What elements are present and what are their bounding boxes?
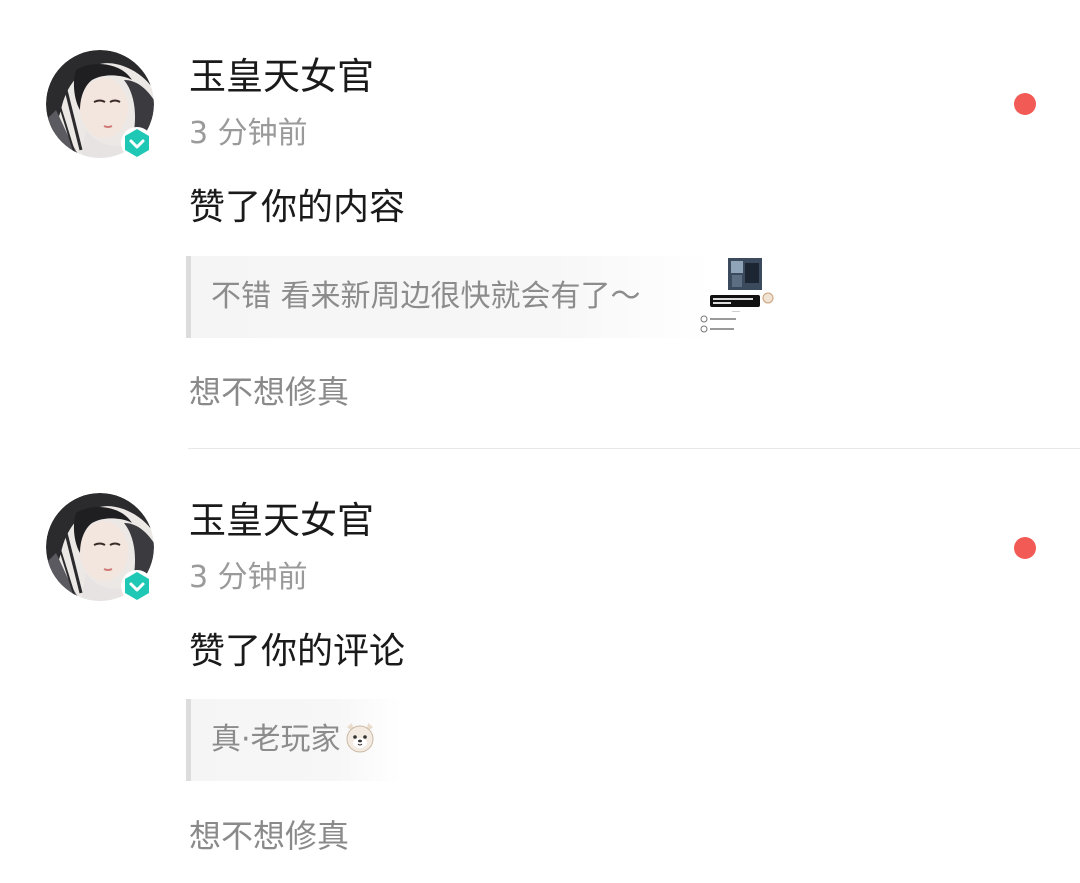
notification-item[interactable]: 玉皇天女官 3 分钟前 赞了你的评论 真·老玩家 想不想修真 <box>0 449 1080 883</box>
content-thumbnail[interactable] <box>698 257 778 337</box>
user-name[interactable]: 玉皇天女官 <box>189 499 374 543</box>
quote-text: 真·老玩家 <box>211 720 377 760</box>
notification-action: 赞了你的内容 <box>189 187 406 228</box>
avatar[interactable] <box>46 50 154 159</box>
avatar[interactable] <box>46 493 154 602</box>
quoted-content[interactable]: 真·老玩家 <box>186 699 401 781</box>
unread-dot <box>1014 537 1036 559</box>
notification-item[interactable]: 玉皇天女官 3 分钟前 赞了你的内容 不错 看来新周边很快就会有了～ 想不想修真 <box>0 0 1080 448</box>
quoted-content[interactable]: 不错 看来新周边很快就会有了～ <box>186 256 711 338</box>
verified-check-icon <box>121 570 153 602</box>
notification-action: 赞了你的评论 <box>189 631 406 672</box>
unread-dot <box>1014 93 1036 115</box>
quote-text: 不错 看来新周边很快就会有了～ <box>211 279 641 314</box>
user-name[interactable]: 玉皇天女官 <box>189 55 374 99</box>
source-title[interactable]: 想不想修真 <box>189 372 349 412</box>
verified-check-icon <box>121 127 153 159</box>
dog-face-emoji-icon <box>346 723 374 753</box>
timestamp: 3 分钟前 <box>189 116 308 151</box>
timestamp: 3 分钟前 <box>189 560 308 595</box>
quote-text-label: 真·老玩家 <box>211 722 341 757</box>
source-title[interactable]: 想不想修真 <box>189 816 349 856</box>
